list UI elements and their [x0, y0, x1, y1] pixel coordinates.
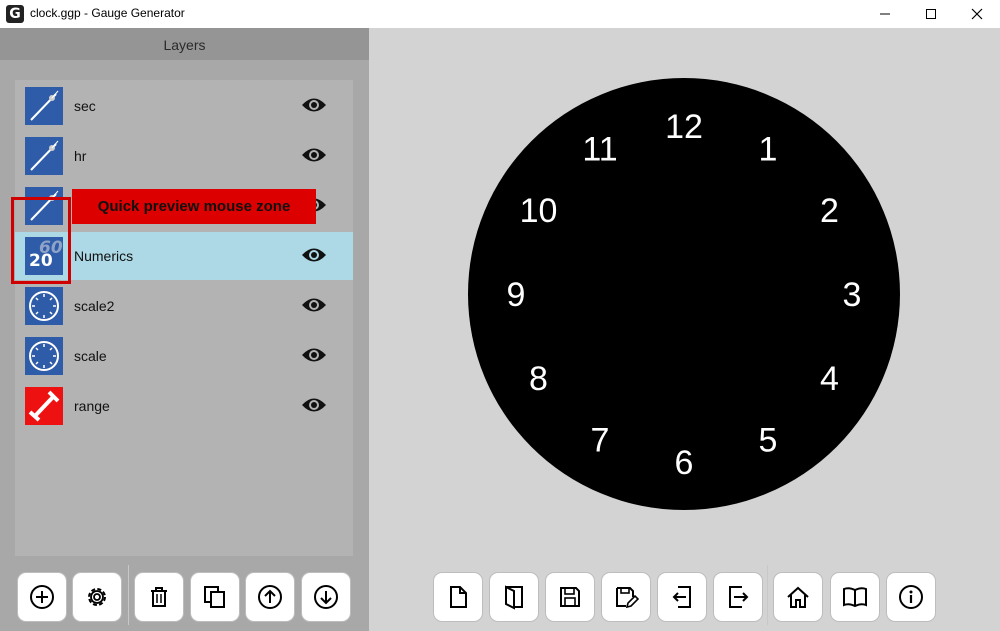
gauge-numeral: 10: [520, 192, 558, 230]
layers-panel-header: Layers: [0, 28, 369, 60]
title-bar: G clock.ggp - Gauge Generator: [0, 0, 1000, 28]
move-down-icon: [314, 585, 338, 609]
move-layer-down-button[interactable]: [301, 572, 351, 622]
settings-icon: [88, 588, 106, 606]
layers-panel: Layers sec hr min: [0, 28, 369, 631]
move-layer-up-button[interactable]: [245, 572, 295, 622]
gauge-numeral: 5: [759, 422, 778, 460]
gauge-numeral: 2: [820, 192, 839, 230]
minimize-icon: [880, 13, 890, 15]
new-file-button[interactable]: [433, 572, 483, 622]
quick-preview-zone-label: Quick preview mouse zone: [72, 189, 316, 224]
add-icon: [30, 585, 54, 609]
range-icon: [25, 387, 63, 425]
layer-name: hr: [74, 148, 87, 164]
gauge-numeral: 8: [529, 360, 548, 398]
eye-icon[interactable]: [301, 95, 327, 115]
trash-icon: [151, 587, 167, 607]
layer-row-scale[interactable]: scale: [15, 332, 353, 380]
eye-icon[interactable]: [301, 345, 327, 365]
info-button[interactable]: [886, 572, 936, 622]
gauge-numeral: 12: [665, 108, 703, 146]
eye-icon[interactable]: [301, 145, 327, 165]
numerics-icon: 60 20: [25, 237, 63, 275]
manual-button[interactable]: [830, 572, 880, 622]
layer-row-numerics[interactable]: 60 20 Numerics: [15, 232, 353, 280]
layer-name: sec: [74, 98, 96, 114]
gauge-numeral: 9: [507, 276, 526, 314]
scale-icon: [25, 337, 63, 375]
duplicate-layer-button[interactable]: [190, 572, 240, 622]
needle-icon: [25, 137, 63, 175]
gauge-numeral: 7: [591, 422, 610, 460]
minimize-button[interactable]: [862, 0, 908, 28]
layer-row-hr[interactable]: hr: [15, 132, 353, 180]
layer-list: sec hr min 60 20 Numerics: [15, 80, 353, 556]
gauge-numeral: 4: [820, 360, 839, 398]
gauge-numeral: 3: [843, 276, 862, 314]
layer-settings-button[interactable]: [72, 572, 122, 622]
toolbar-separator: [128, 565, 129, 625]
scale-icon: [25, 287, 63, 325]
layer-name: range: [74, 398, 110, 414]
close-icon: [971, 8, 983, 20]
layer-row-sec[interactable]: sec: [15, 82, 353, 130]
preview-canvas: 12 1 2 3 4 5 6 7 8 9 10 11: [369, 28, 1000, 631]
save-button[interactable]: [545, 572, 595, 622]
new-file-icon: [450, 586, 467, 608]
home-button[interactable]: [773, 572, 823, 622]
app-logo-icon: G: [6, 5, 24, 23]
import-button[interactable]: [657, 572, 707, 622]
save-as-button[interactable]: [601, 572, 651, 622]
gauge-preview: 121234567891011: [468, 78, 900, 510]
home-icon: [787, 586, 809, 608]
add-layer-button[interactable]: [17, 572, 67, 622]
duplicate-icon: [204, 586, 225, 608]
eye-icon[interactable]: [301, 295, 327, 315]
numerics-thumb-text: 20: [29, 251, 53, 271]
info-icon: [899, 585, 923, 609]
export-icon: [729, 586, 749, 608]
manual-icon: [843, 587, 867, 608]
maximize-icon: [926, 9, 936, 19]
needle-icon: [25, 187, 63, 225]
save-as-icon: [616, 587, 639, 609]
layer-name: scale: [74, 348, 107, 364]
layer-row-range[interactable]: range: [15, 382, 353, 430]
export-button[interactable]: [713, 572, 763, 622]
import-icon: [672, 586, 691, 608]
eye-icon[interactable]: [301, 245, 327, 265]
close-button[interactable]: [954, 0, 1000, 28]
save-icon: [560, 587, 580, 607]
needle-icon: [25, 87, 63, 125]
eye-icon[interactable]: [301, 395, 327, 415]
maximize-button[interactable]: [908, 0, 954, 28]
gauge-numeral: 6: [675, 444, 694, 482]
toolbar-separator: [767, 565, 768, 625]
layer-row-scale2[interactable]: scale2: [15, 282, 353, 330]
open-icon: [505, 585, 523, 610]
gauge-numeral: 11: [582, 131, 617, 169]
window-title: clock.ggp - Gauge Generator: [30, 6, 185, 20]
layer-name: scale2: [74, 298, 115, 314]
layer-name: Numerics: [74, 248, 134, 264]
open-button[interactable]: [489, 572, 539, 622]
gauge-numeral: 1: [759, 131, 778, 169]
delete-layer-button[interactable]: [134, 572, 184, 622]
move-up-icon: [258, 585, 282, 609]
